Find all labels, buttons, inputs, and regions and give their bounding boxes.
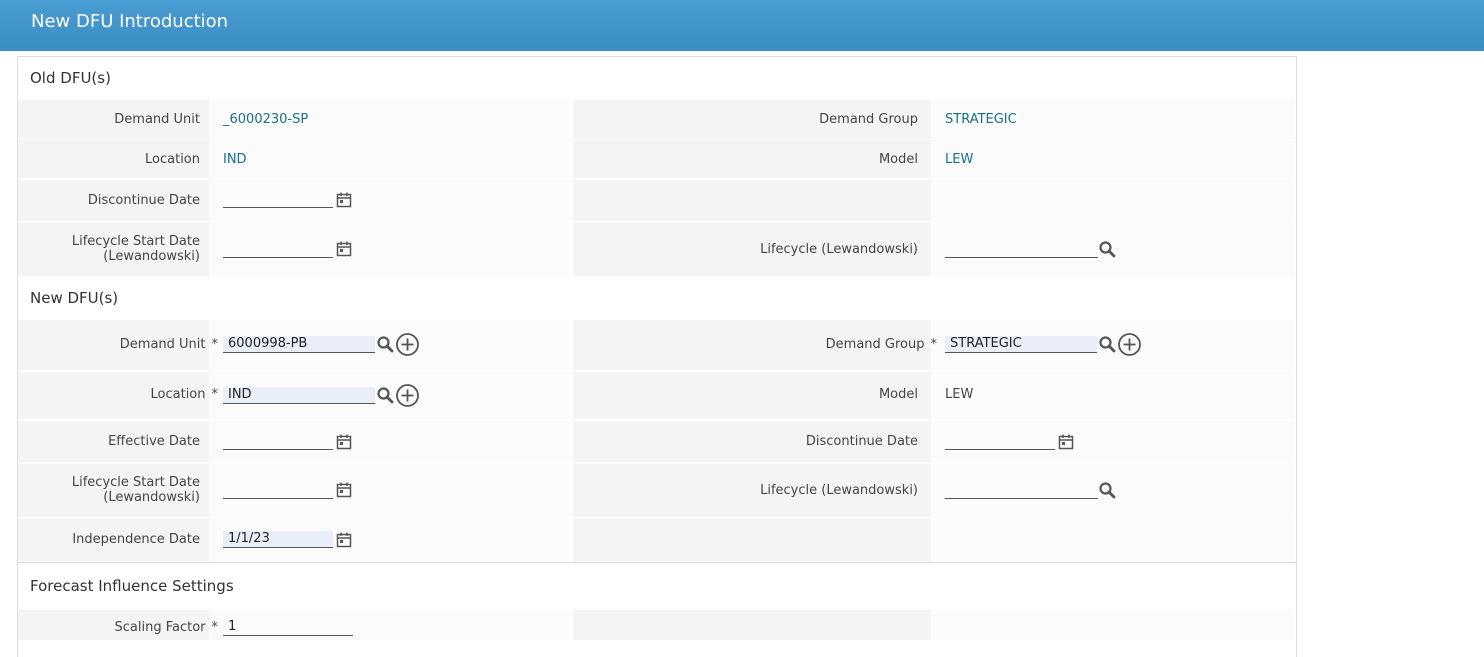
new-demand-unit-input[interactable]: 6000998-PB xyxy=(223,336,375,353)
old-lifecycle-start-label-line1: Lifecycle Start Date xyxy=(71,234,200,249)
add-circle-icon[interactable] xyxy=(395,383,420,408)
new-demand-unit-label-text: Demand Unit xyxy=(119,337,206,352)
new-discontinue-label: Discontinue Date xyxy=(805,434,918,449)
required-mark: * xyxy=(930,337,938,352)
forecast-section-title: Forecast Influence Settings xyxy=(30,577,234,595)
calendar-icon[interactable] xyxy=(335,191,353,209)
new-demand-group-label-text: Demand Group xyxy=(825,337,925,352)
calendar-icon[interactable] xyxy=(335,531,353,549)
title-bar: New DFU Introduction xyxy=(0,0,1484,51)
search-icon[interactable] xyxy=(1098,481,1116,499)
new-row-location: Location * IND Model LEW xyxy=(18,372,1294,419)
old-lifecycle-start-label-line2: (Lewandowski) xyxy=(103,249,200,264)
old-demand-group-label: Demand Group xyxy=(819,112,918,127)
new-location-input[interactable]: IND xyxy=(223,387,375,404)
old-lifecycle-input[interactable] xyxy=(945,241,1098,258)
new-location-label-text: Location xyxy=(150,387,206,402)
add-circle-icon[interactable] xyxy=(1117,332,1142,357)
new-row-independence: Independence Date 1/1/23 xyxy=(18,519,1294,561)
calendar-icon[interactable] xyxy=(1057,433,1075,451)
new-lifecycle-label: Lifecycle (Lewandowski) xyxy=(760,483,918,498)
new-lifecycle-input[interactable] xyxy=(945,482,1098,499)
old-model-label: Model xyxy=(878,152,918,167)
old-location-label: Location xyxy=(145,152,200,167)
old-demand-group-value[interactable]: STRATEGIC xyxy=(945,112,1017,127)
new-independence-label: Independence Date xyxy=(72,532,200,547)
old-row-location: Location IND Model LEW xyxy=(18,140,1294,178)
search-icon[interactable] xyxy=(1098,335,1116,353)
old-dfu-section-title: Old DFU(s) xyxy=(30,69,111,87)
calendar-icon[interactable] xyxy=(335,481,353,499)
required-mark: * xyxy=(211,337,219,352)
new-effective-input[interactable] xyxy=(223,433,333,450)
calendar-icon[interactable] xyxy=(335,433,353,451)
new-demand-unit-label: Demand Unit * xyxy=(120,337,218,352)
new-row-demand: Demand Unit * 6000998-PB Demand Group * ST… xyxy=(18,320,1294,370)
new-discontinue-input[interactable] xyxy=(945,433,1055,450)
new-effective-label: Effective Date xyxy=(108,434,200,449)
search-icon[interactable] xyxy=(376,335,394,353)
search-icon[interactable] xyxy=(1098,240,1116,258)
page-title: New DFU Introduction xyxy=(31,11,229,32)
new-row-lifecycle: Lifecycle Start Date (Lewandowski) Lifec… xyxy=(18,464,1294,517)
old-model-value[interactable]: LEW xyxy=(945,152,973,167)
add-circle-icon[interactable] xyxy=(395,332,420,357)
old-row-lifecycle: Lifecycle Start Date (Lewandowski) Lifec… xyxy=(18,223,1294,276)
old-row-demand: Demand Unit _6000230-SP Demand Group STR… xyxy=(18,100,1294,139)
new-independence-input[interactable]: 1/1/23 xyxy=(223,531,333,548)
required-mark: * xyxy=(211,387,219,402)
calendar-icon[interactable] xyxy=(335,240,353,258)
old-discontinue-label: Discontinue Date xyxy=(87,193,200,208)
new-demand-group-label: Demand Group * xyxy=(826,337,937,352)
old-row-discontinue: Discontinue Date xyxy=(18,180,1294,221)
section-divider xyxy=(17,562,1296,563)
new-location-label: Location * xyxy=(151,387,218,402)
new-demand-group-input[interactable]: STRATEGIC xyxy=(945,336,1097,353)
old-demand-unit-value[interactable]: _6000230-SP xyxy=(223,112,308,127)
new-lifecycle-start-input[interactable] xyxy=(223,482,333,499)
old-location-value[interactable]: IND xyxy=(223,152,247,167)
old-discontinue-input[interactable] xyxy=(223,191,333,208)
new-model-label: Model xyxy=(878,387,918,402)
new-model-value: LEW xyxy=(945,387,974,402)
old-demand-unit-label: Demand Unit xyxy=(114,112,200,127)
new-row-dates: Effective Date Discontinue Date xyxy=(18,421,1294,462)
old-lifecycle-start-input[interactable] xyxy=(223,241,333,258)
forecast-row-scaling: Scaling Factor * 1 xyxy=(18,610,1294,640)
new-lifecycle-start-label: Lifecycle Start Date (Lewandowski) xyxy=(72,475,200,505)
old-lifecycle-start-label: Lifecycle Start Date (Lewandowski) xyxy=(72,234,200,264)
new-lifecycle-start-label-line2: (Lewandowski) xyxy=(103,490,200,505)
old-lifecycle-label: Lifecycle (Lewandowski) xyxy=(760,242,918,257)
search-icon[interactable] xyxy=(376,386,394,404)
new-lifecycle-start-label-line1: Lifecycle Start Date xyxy=(71,475,200,490)
new-dfu-section-title: New DFU(s) xyxy=(30,289,119,307)
